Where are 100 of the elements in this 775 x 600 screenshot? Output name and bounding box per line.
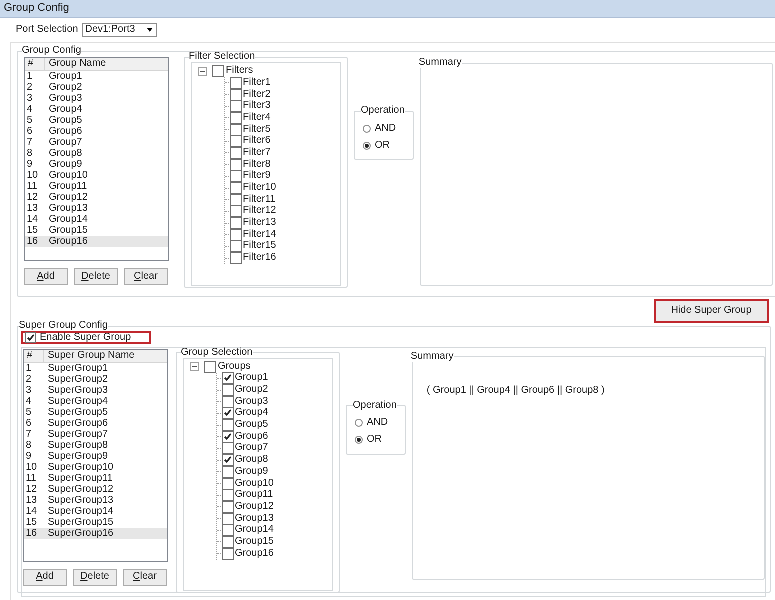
tree-item[interactable]: Group2: [235, 385, 268, 396]
checkbox[interactable]: [222, 512, 234, 525]
checkbox[interactable]: [230, 76, 242, 89]
column-header[interactable]: Group Name: [45, 58, 168, 70]
collapse-icon[interactable]: [190, 362, 199, 371]
checkbox[interactable]: [222, 372, 234, 384]
list-row[interactable]: 7 SuperGroup7: [24, 428, 167, 440]
checkbox[interactable]: [230, 194, 242, 206]
checkbox[interactable]: [230, 228, 242, 241]
list-row[interactable]: 14 Group14: [25, 214, 168, 225]
radio-button[interactable]: OR: [355, 432, 397, 448]
tree-item[interactable]: Filter7: [243, 148, 271, 158]
button[interactable]: Add: [24, 268, 68, 285]
checkbox[interactable]: [230, 112, 242, 124]
tree-item[interactable]: Group12: [235, 502, 274, 512]
collapse-icon[interactable]: [198, 66, 207, 76]
tree-item[interactable]: Filter3: [243, 101, 271, 112]
tree-item[interactable]: Filter14: [243, 230, 276, 240]
tree-item[interactable]: Groups: [218, 362, 251, 372]
tree-item[interactable]: Group3: [235, 396, 268, 407]
checkbox[interactable]: [222, 419, 234, 432]
checkbox[interactable]: [222, 536, 234, 548]
list-row[interactable]: 10 SuperGroup10: [24, 462, 167, 472]
checkbox[interactable]: [212, 65, 224, 77]
button[interactable]: Delete: [73, 568, 117, 586]
radio-button[interactable]: AND: [355, 414, 397, 432]
checkbox[interactable]: [222, 442, 234, 454]
tree-item[interactable]: Filter15: [243, 241, 276, 252]
checkbox[interactable]: [222, 466, 234, 478]
list-row[interactable]: 2 SuperGroup2: [24, 374, 167, 384]
tree-item[interactable]: Group15: [235, 536, 274, 547]
list-row[interactable]: 13 SuperGroup13: [24, 494, 167, 506]
list-row[interactable]: 1 Group1: [25, 71, 168, 82]
button[interactable]: Delete: [74, 268, 118, 285]
checkbox[interactable]: [230, 135, 242, 148]
tree-item[interactable]: Group9: [235, 466, 268, 477]
list-row[interactable]: 12 SuperGroup12: [24, 484, 167, 494]
checkbox[interactable]: [230, 205, 242, 218]
tree-item[interactable]: Filter13: [243, 218, 276, 228]
tree-item[interactable]: Group11: [235, 490, 274, 500]
list-row[interactable]: 5 Group5: [25, 115, 168, 126]
checkbox[interactable]: [230, 124, 242, 136]
list-row[interactable]: 11 Group11: [25, 181, 168, 192]
tree-item[interactable]: Group8: [235, 455, 268, 466]
checkbox[interactable]: [222, 478, 234, 490]
list-row[interactable]: 12 Group12: [25, 192, 168, 203]
column-header[interactable]: Super Group Name: [44, 350, 167, 362]
port-dropdown[interactable]: Dev1:Port3: [82, 23, 158, 37]
enable-checkbox[interactable]: Enable Super Group: [21, 331, 152, 344]
hide-super-group-button[interactable]: Hide Super Group: [654, 299, 769, 323]
tree-item[interactable]: Filter2: [243, 90, 271, 100]
list-row[interactable]: 11 SuperGroup11: [24, 472, 167, 484]
checkbox[interactable]: [230, 170, 242, 182]
list-row[interactable]: 15 Group15: [25, 225, 168, 236]
column-header[interactable]: #: [24, 350, 44, 362]
checkbox[interactable]: [230, 182, 242, 194]
list-row[interactable]: 1 SuperGroup1: [24, 362, 167, 374]
tree-item[interactable]: Filter9: [243, 171, 271, 182]
list-row[interactable]: 6 SuperGroup6: [24, 418, 167, 428]
button[interactable]: Add: [23, 568, 67, 586]
list-row[interactable]: 15 SuperGroup15: [24, 516, 167, 528]
checkbox[interactable]: [230, 88, 242, 101]
checkbox[interactable]: [230, 240, 242, 252]
list-row[interactable]: 4 Group4: [25, 104, 168, 115]
tree-item[interactable]: Filter11: [243, 194, 276, 205]
tree-item[interactable]: Group5: [235, 420, 268, 430]
tree-item[interactable]: Filter8: [243, 160, 271, 170]
checkbox[interactable]: [222, 396, 234, 408]
list-row[interactable]: 8 Group8: [25, 148, 168, 159]
checkbox[interactable]: [222, 500, 234, 513]
tree-item[interactable]: Filters: [226, 66, 254, 76]
checkbox[interactable]: [222, 454, 234, 466]
checkbox[interactable]: [230, 100, 242, 112]
tree-item[interactable]: Group13: [235, 514, 274, 524]
list-row[interactable]: 16 Group16: [25, 236, 168, 247]
list-row[interactable]: 9 Group9: [25, 159, 168, 170]
list-row[interactable]: 9 SuperGroup9: [24, 450, 167, 462]
radio-button[interactable]: OR: [363, 137, 405, 154]
checkbox[interactable]: [222, 489, 234, 502]
tree-item[interactable]: Filter6: [243, 136, 271, 146]
checkbox[interactable]: [222, 524, 234, 536]
tree-item[interactable]: Group10: [235, 478, 274, 489]
list-row[interactable]: 2 Group2: [25, 82, 168, 93]
list-row[interactable]: 6 Group6: [25, 126, 168, 137]
checkbox[interactable]: [222, 548, 234, 560]
tree-item[interactable]: Group4: [235, 408, 268, 418]
checkbox[interactable]: [230, 146, 242, 159]
list-row[interactable]: 3 SuperGroup3: [24, 384, 167, 396]
checkbox[interactable]: [222, 430, 234, 443]
list-row[interactable]: 7 Group7: [25, 137, 168, 148]
list-row[interactable]: 8 SuperGroup8: [24, 440, 167, 450]
checkbox[interactable]: [25, 332, 36, 343]
column-header[interactable]: #: [25, 58, 45, 70]
tree-item[interactable]: Filter4: [243, 112, 271, 123]
tree-item[interactable]: Group7: [235, 443, 268, 454]
tree-item[interactable]: Group14: [235, 525, 274, 536]
tree-item[interactable]: Group16: [235, 548, 274, 559]
tree-item[interactable]: Group6: [235, 432, 268, 442]
tree-item[interactable]: Filter5: [243, 124, 271, 135]
tree-item[interactable]: Filter12: [243, 206, 276, 216]
